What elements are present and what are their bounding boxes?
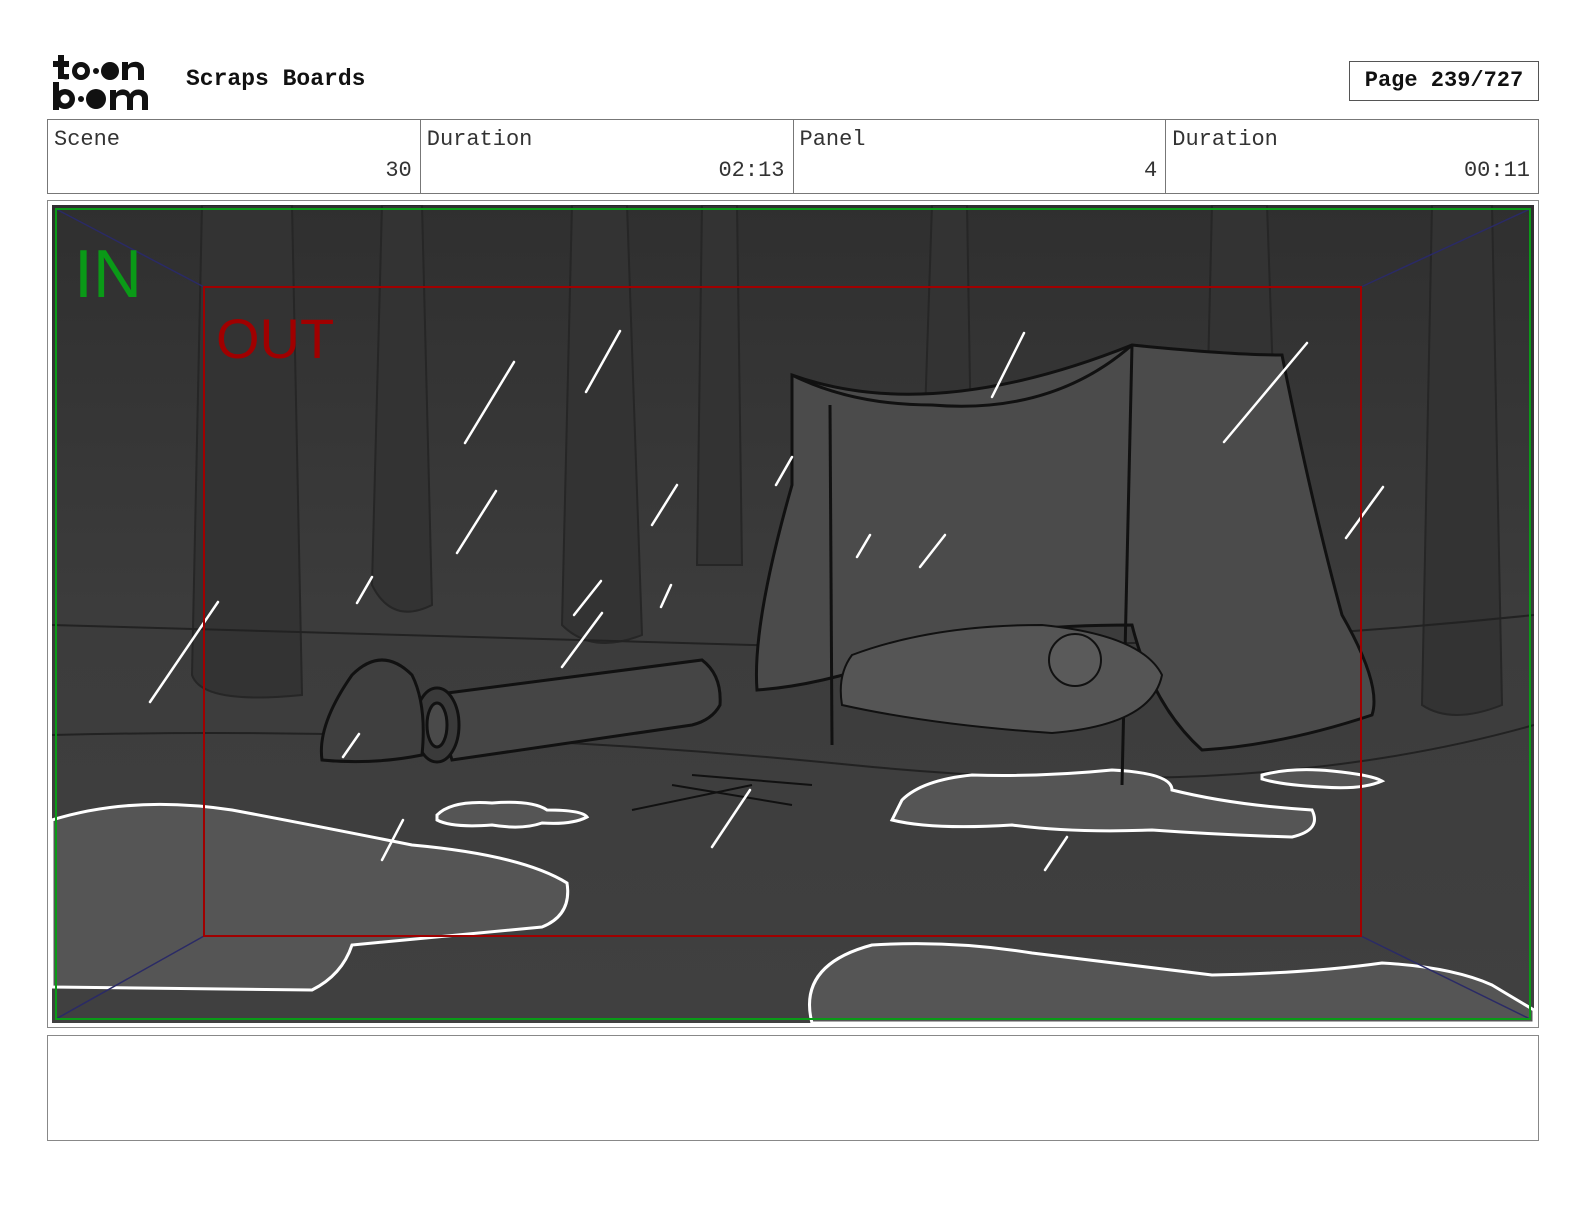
scene-duration-label: Duration <box>426 127 533 152</box>
storyboard-panel: IN OUT <box>47 200 1539 1028</box>
scene-value: 30 <box>385 158 412 183</box>
panel-artwork: IN OUT <box>52 205 1534 1023</box>
panel-duration-value: 00:11 <box>1463 158 1530 183</box>
panel-label: Panel <box>799 127 866 152</box>
panel-duration-label: Duration <box>1172 127 1278 152</box>
scene-duration-cell: Duration 02:13 <box>421 120 794 193</box>
toon-boom-logo <box>52 52 164 112</box>
scene-duration-value: 02:13 <box>718 158 785 183</box>
panel-cell: Panel 4 <box>794 120 1167 193</box>
panel-duration-cell: Duration 00:11 <box>1166 120 1538 193</box>
document-title: Scraps Boards <box>186 66 366 92</box>
scene-info-table: Scene 30 Duration 02:13 Panel 4 Duration… <box>47 119 1539 194</box>
page-indicator: Page 239/727 <box>1349 61 1539 101</box>
scene-label: Scene <box>54 127 121 152</box>
panel-value: 4 <box>1144 158 1158 183</box>
panel-notes-box <box>47 1035 1539 1141</box>
out-frame-label: OUT <box>216 307 334 370</box>
scene-cell: Scene 30 <box>48 120 421 193</box>
in-frame-label: IN <box>74 236 142 312</box>
